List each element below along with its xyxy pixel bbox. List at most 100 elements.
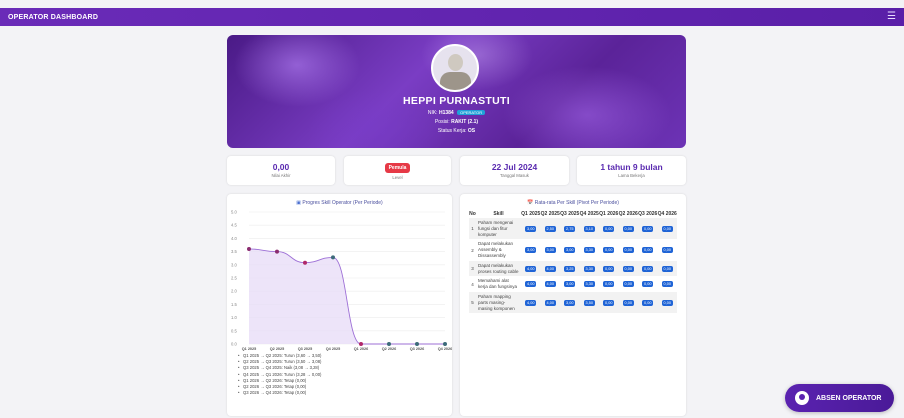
status-line: Status Kerja: OS: [227, 128, 686, 134]
score-pill: 3,10: [583, 225, 595, 232]
profile-banner: HEPPI PURNASTUTI NIK: H1384 OPERATOR Pos…: [227, 35, 686, 148]
skill-name: Paham mapping parts masing-masing kompon…: [476, 291, 521, 314]
posisi-label: Posisi:: [434, 119, 450, 125]
score-cell: 3,00: [560, 276, 580, 292]
score-pill: 3,00: [525, 225, 537, 232]
score-pill: 0,00: [603, 281, 615, 288]
score-cell: 0,00: [618, 239, 638, 261]
stat-lama-bekerja: 1 tahun 9 bulan Lama Bekerja: [577, 156, 686, 185]
stat-tanggal-masuk: 22 Jul 2024 Tanggal Masuk: [460, 156, 569, 185]
calendar-icon: 📅: [527, 200, 534, 206]
progress-legend: Q1 2025 → Q2 2025: Turun (3,60 → 3,50) Q…: [238, 353, 321, 397]
score-cell: 0,00: [599, 239, 619, 261]
data-point: [275, 249, 279, 254]
score-pill: 0,00: [642, 281, 654, 288]
avatar: [431, 44, 479, 92]
score-pill: 0,00: [622, 265, 634, 272]
x-tick-label: Q2 2026: [382, 347, 397, 351]
data-point: [415, 342, 419, 346]
table-row: 4 Memahami alat kerja dan fungsinya 4,00 4,…: [469, 276, 677, 292]
score-pill: 0,00: [661, 281, 673, 288]
score-cell: 0,00: [599, 291, 619, 314]
score-pill: 4,00: [544, 281, 556, 288]
score-cell: 0,00: [638, 218, 658, 240]
data-point: [443, 342, 447, 346]
operator-name: HEPPI PURNASTUTI: [403, 95, 510, 107]
score-cell: 2,75: [560, 218, 580, 240]
score-pill: 0,00: [661, 225, 673, 232]
score-cell: 0,00: [657, 260, 677, 277]
y-tick-label: 2.0: [231, 289, 237, 294]
table-row: 3 Dapat melakukan proses routing cable 4,0…: [469, 260, 677, 277]
score-cell: 0,00: [599, 218, 619, 240]
table-card-title: 📅 Rata-rata Per Skill (Pivot Per Periode…: [460, 200, 686, 206]
score-cell: 4,00: [540, 291, 560, 314]
y-tick-label: 2.5: [231, 276, 237, 281]
y-tick-label: 0.5: [231, 328, 237, 333]
stat-nilai-akhir: 0,00 Nilai Akhir: [227, 156, 335, 185]
hamburger-icon[interactable]: ☰: [887, 12, 896, 22]
score-cell: 4,00: [521, 276, 541, 292]
score-pill: 0,00: [603, 265, 615, 272]
score-pill: 0,00: [642, 247, 654, 254]
row-number: 2: [469, 239, 476, 261]
score-pill: 3,00: [564, 281, 576, 288]
stat-value: 22 Jul 2024: [491, 162, 538, 172]
score-cell: 0,00: [638, 291, 658, 314]
status-value: OS: [467, 128, 476, 134]
stat-label: Lama Bekerja: [618, 173, 645, 178]
score-cell: 4,00: [540, 276, 560, 292]
x-tick-label: Q2 2025: [270, 347, 285, 351]
skill-pivot-table: No Skill Q1 2025 Q2 2025 Q3 2025 Q4 2025…: [469, 210, 677, 314]
stat-value: 1 tahun 9 bulan: [600, 162, 663, 172]
score-cell: 0,00: [618, 291, 638, 314]
table-row: 5 Paham mapping parts masing-masing kompo…: [469, 291, 677, 314]
stat-level: Pemula Level: [344, 156, 451, 185]
x-tick-label: Q3 2026: [410, 347, 425, 351]
skill-name: Paham mengenai fungsi dan fitur komputer: [476, 218, 521, 240]
row-number: 3: [469, 260, 476, 277]
avatar-head: [448, 54, 463, 71]
score-cell: 0,00: [657, 239, 677, 261]
role-tag: OPERATOR: [457, 110, 486, 116]
score-pill: 0,00: [642, 265, 654, 272]
score-cell: 4,00: [540, 260, 560, 277]
absen-operator-button[interactable]: ABSEN OPERATOR: [785, 384, 894, 412]
score-pill: 2,50: [544, 225, 556, 232]
y-tick-label: 3.5: [231, 249, 237, 254]
score-cell: 0,00: [657, 291, 677, 314]
score-cell: 3,30: [579, 260, 599, 277]
posisi-value: RAKIT (2.1): [451, 119, 479, 125]
y-tick-label: 0.0: [231, 342, 237, 347]
score-pill: 3,30: [583, 281, 595, 288]
score-pill: 0,00: [661, 247, 673, 254]
data-point: [303, 260, 307, 265]
x-tick-label: Q4 2025: [326, 347, 341, 351]
score-pill: 3,30: [583, 265, 595, 272]
data-point: [359, 342, 363, 346]
col-header: Q1 2025: [521, 211, 541, 217]
col-header: Q2 2025: [540, 211, 560, 217]
score-pill: 4,00: [544, 265, 556, 272]
x-tick-label: Q3 2025: [298, 347, 313, 351]
absen-label: ABSEN OPERATOR: [816, 394, 882, 402]
score-cell: 0,00: [638, 260, 658, 277]
skill-pivot-card: 📅 Rata-rata Per Skill (Pivot Per Periode…: [460, 194, 686, 416]
col-header: No: [469, 211, 476, 217]
col-header: Skill: [493, 211, 504, 217]
score-pill: 0,00: [603, 299, 615, 306]
col-header: Q2 2026: [618, 211, 638, 217]
score-pill: 2,75: [564, 225, 576, 232]
score-cell: 3,00: [540, 239, 560, 261]
score-pill: 0,00: [603, 225, 615, 232]
data-point: [247, 246, 251, 251]
score-pill: 0,00: [622, 299, 634, 306]
row-number: 4: [469, 276, 476, 292]
score-pill: 0,00: [642, 299, 654, 306]
app-title[interactable]: OPERATOR DASHBOARD: [8, 14, 98, 21]
score-pill: 4,00: [525, 299, 537, 306]
stat-value: 0,00: [272, 162, 290, 172]
score-cell: 0,00: [618, 218, 638, 240]
score-pill: 4,00: [544, 299, 556, 306]
score-pill: 0,00: [622, 225, 634, 232]
